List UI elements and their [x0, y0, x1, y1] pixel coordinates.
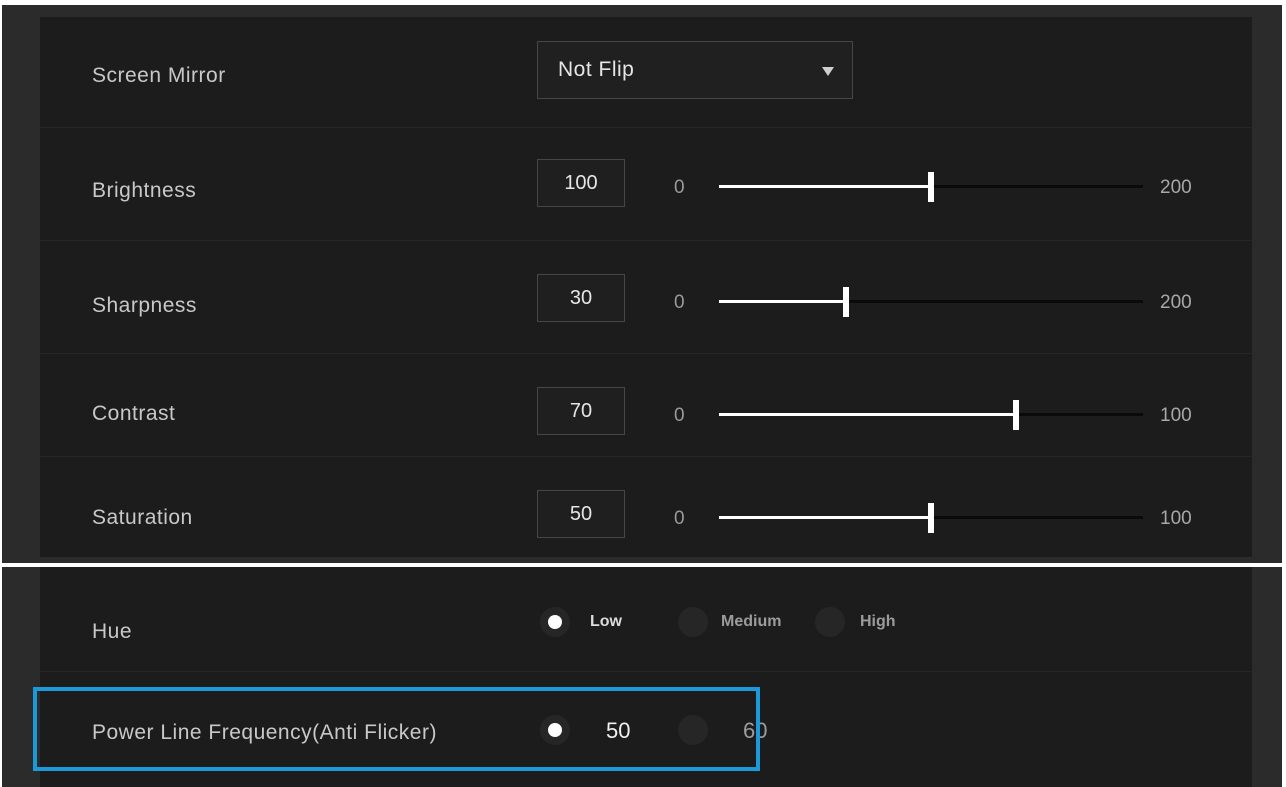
- sharpness-min-label: 0: [674, 292, 685, 313]
- saturation-value-input[interactable]: 50: [537, 490, 625, 538]
- settings-screenshot-top: Screen Mirror Not Flip Brightness 100 0 …: [2, 5, 1282, 563]
- contrast-value-input[interactable]: 70: [537, 387, 625, 435]
- contrast-max-label: 100: [1160, 405, 1192, 426]
- brightness-slider[interactable]: [719, 172, 1143, 202]
- screen-mirror-value: Not Flip: [558, 58, 635, 81]
- flicker-settings-panel: Hue Low Medium High Power Line Frequency…: [40, 567, 1252, 787]
- slider-thumb[interactable]: [843, 287, 850, 317]
- saturation-slider[interactable]: [719, 503, 1143, 533]
- power-line-radio-60[interactable]: [678, 715, 708, 745]
- saturation-min-label: 0: [674, 508, 685, 529]
- sharpness-max-label: 200: [1160, 292, 1192, 313]
- brightness-min-label: 0: [674, 177, 685, 198]
- brightness-value-input[interactable]: 100: [537, 159, 625, 207]
- sharpness-slider[interactable]: [719, 287, 1143, 317]
- hue-option-medium-label: Medium: [721, 613, 782, 630]
- brightness-max-label: 200: [1160, 177, 1192, 198]
- screen-mirror-row: Screen Mirror Not Flip: [40, 17, 1252, 128]
- power-line-radio-50[interactable]: [540, 715, 570, 745]
- power-line-frequency-label: Power Line Frequency(Anti Flicker): [92, 721, 437, 744]
- sharpness-value-input[interactable]: 30: [537, 274, 625, 322]
- power-line-option-50-label: 50: [606, 718, 631, 743]
- slider-thumb[interactable]: [928, 172, 934, 202]
- caret-down-icon: [822, 67, 834, 76]
- slider-fill: [719, 516, 931, 519]
- contrast-row: Contrast 70 0 100: [40, 353, 1252, 457]
- saturation-max-label: 100: [1160, 508, 1192, 529]
- hue-radio-medium[interactable]: [678, 607, 708, 637]
- hue-option-low-label: Low: [590, 613, 622, 630]
- hue-label: Hue: [92, 620, 133, 643]
- slider-thumb[interactable]: [928, 503, 934, 533]
- screen-mirror-label: Screen Mirror: [92, 64, 226, 87]
- slider-thumb[interactable]: [1012, 400, 1019, 430]
- slider-fill: [719, 300, 847, 303]
- contrast-label: Contrast: [92, 402, 176, 425]
- power-line-frequency-row: Power Line Frequency(Anti Flicker) 50 60: [40, 671, 1252, 787]
- settings-screenshot-bottom: Hue Low Medium High Power Line Frequency…: [2, 567, 1282, 787]
- hue-radio-high[interactable]: [815, 607, 845, 637]
- brightness-row: Brightness 100 0 200: [40, 127, 1252, 241]
- slider-fill: [719, 413, 1016, 416]
- sharpness-label: Sharpness: [92, 294, 197, 317]
- saturation-label: Saturation: [92, 506, 193, 529]
- hue-row: Hue Low Medium High: [40, 567, 1252, 672]
- contrast-slider[interactable]: [719, 400, 1143, 430]
- power-line-option-60-label: 60: [743, 718, 768, 743]
- image-settings-panel: Screen Mirror Not Flip Brightness 100 0 …: [40, 17, 1252, 557]
- slider-fill: [719, 185, 931, 188]
- screen-mirror-dropdown[interactable]: Not Flip: [537, 41, 853, 99]
- hue-radio-low[interactable]: [540, 607, 570, 637]
- hue-option-high-label: High: [860, 613, 896, 630]
- brightness-label: Brightness: [92, 179, 197, 202]
- saturation-row: Saturation 50 0 100: [40, 456, 1252, 557]
- sharpness-row: Sharpness 30 0 200: [40, 240, 1252, 354]
- contrast-min-label: 0: [674, 405, 685, 426]
